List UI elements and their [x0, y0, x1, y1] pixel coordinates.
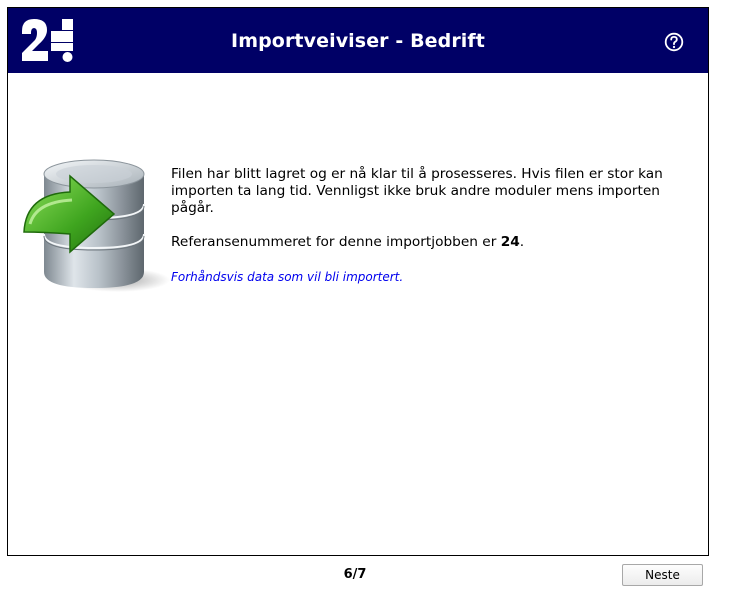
content-area: Filen har blitt lagret og er nå klar til…	[171, 166, 696, 286]
database-import-icon	[23, 159, 170, 292]
wizard-header: Importveiviser - Bedrift	[8, 8, 708, 73]
reference-label: Referansenummeret for denne importjobben…	[171, 234, 501, 250]
status-message: Filen har blitt lagret og er nå klar til…	[171, 166, 663, 216]
import-wizard-window: Importveiviser - Bedrift Filen har blitt…	[7, 7, 709, 556]
step-indicator: 6/7	[343, 567, 367, 582]
help-icon[interactable]	[664, 32, 684, 52]
reference-number: 24	[500, 234, 520, 250]
reference-line: Referansenummeret for denne importjobben…	[171, 234, 696, 251]
next-button[interactable]: Neste	[622, 564, 703, 586]
reference-suffix: .	[519, 234, 525, 250]
wizard-title: Importveiviser - Bedrift	[231, 30, 485, 52]
preview-data-link[interactable]: Forhåndsvis data som vil bli importert.	[171, 270, 403, 284]
